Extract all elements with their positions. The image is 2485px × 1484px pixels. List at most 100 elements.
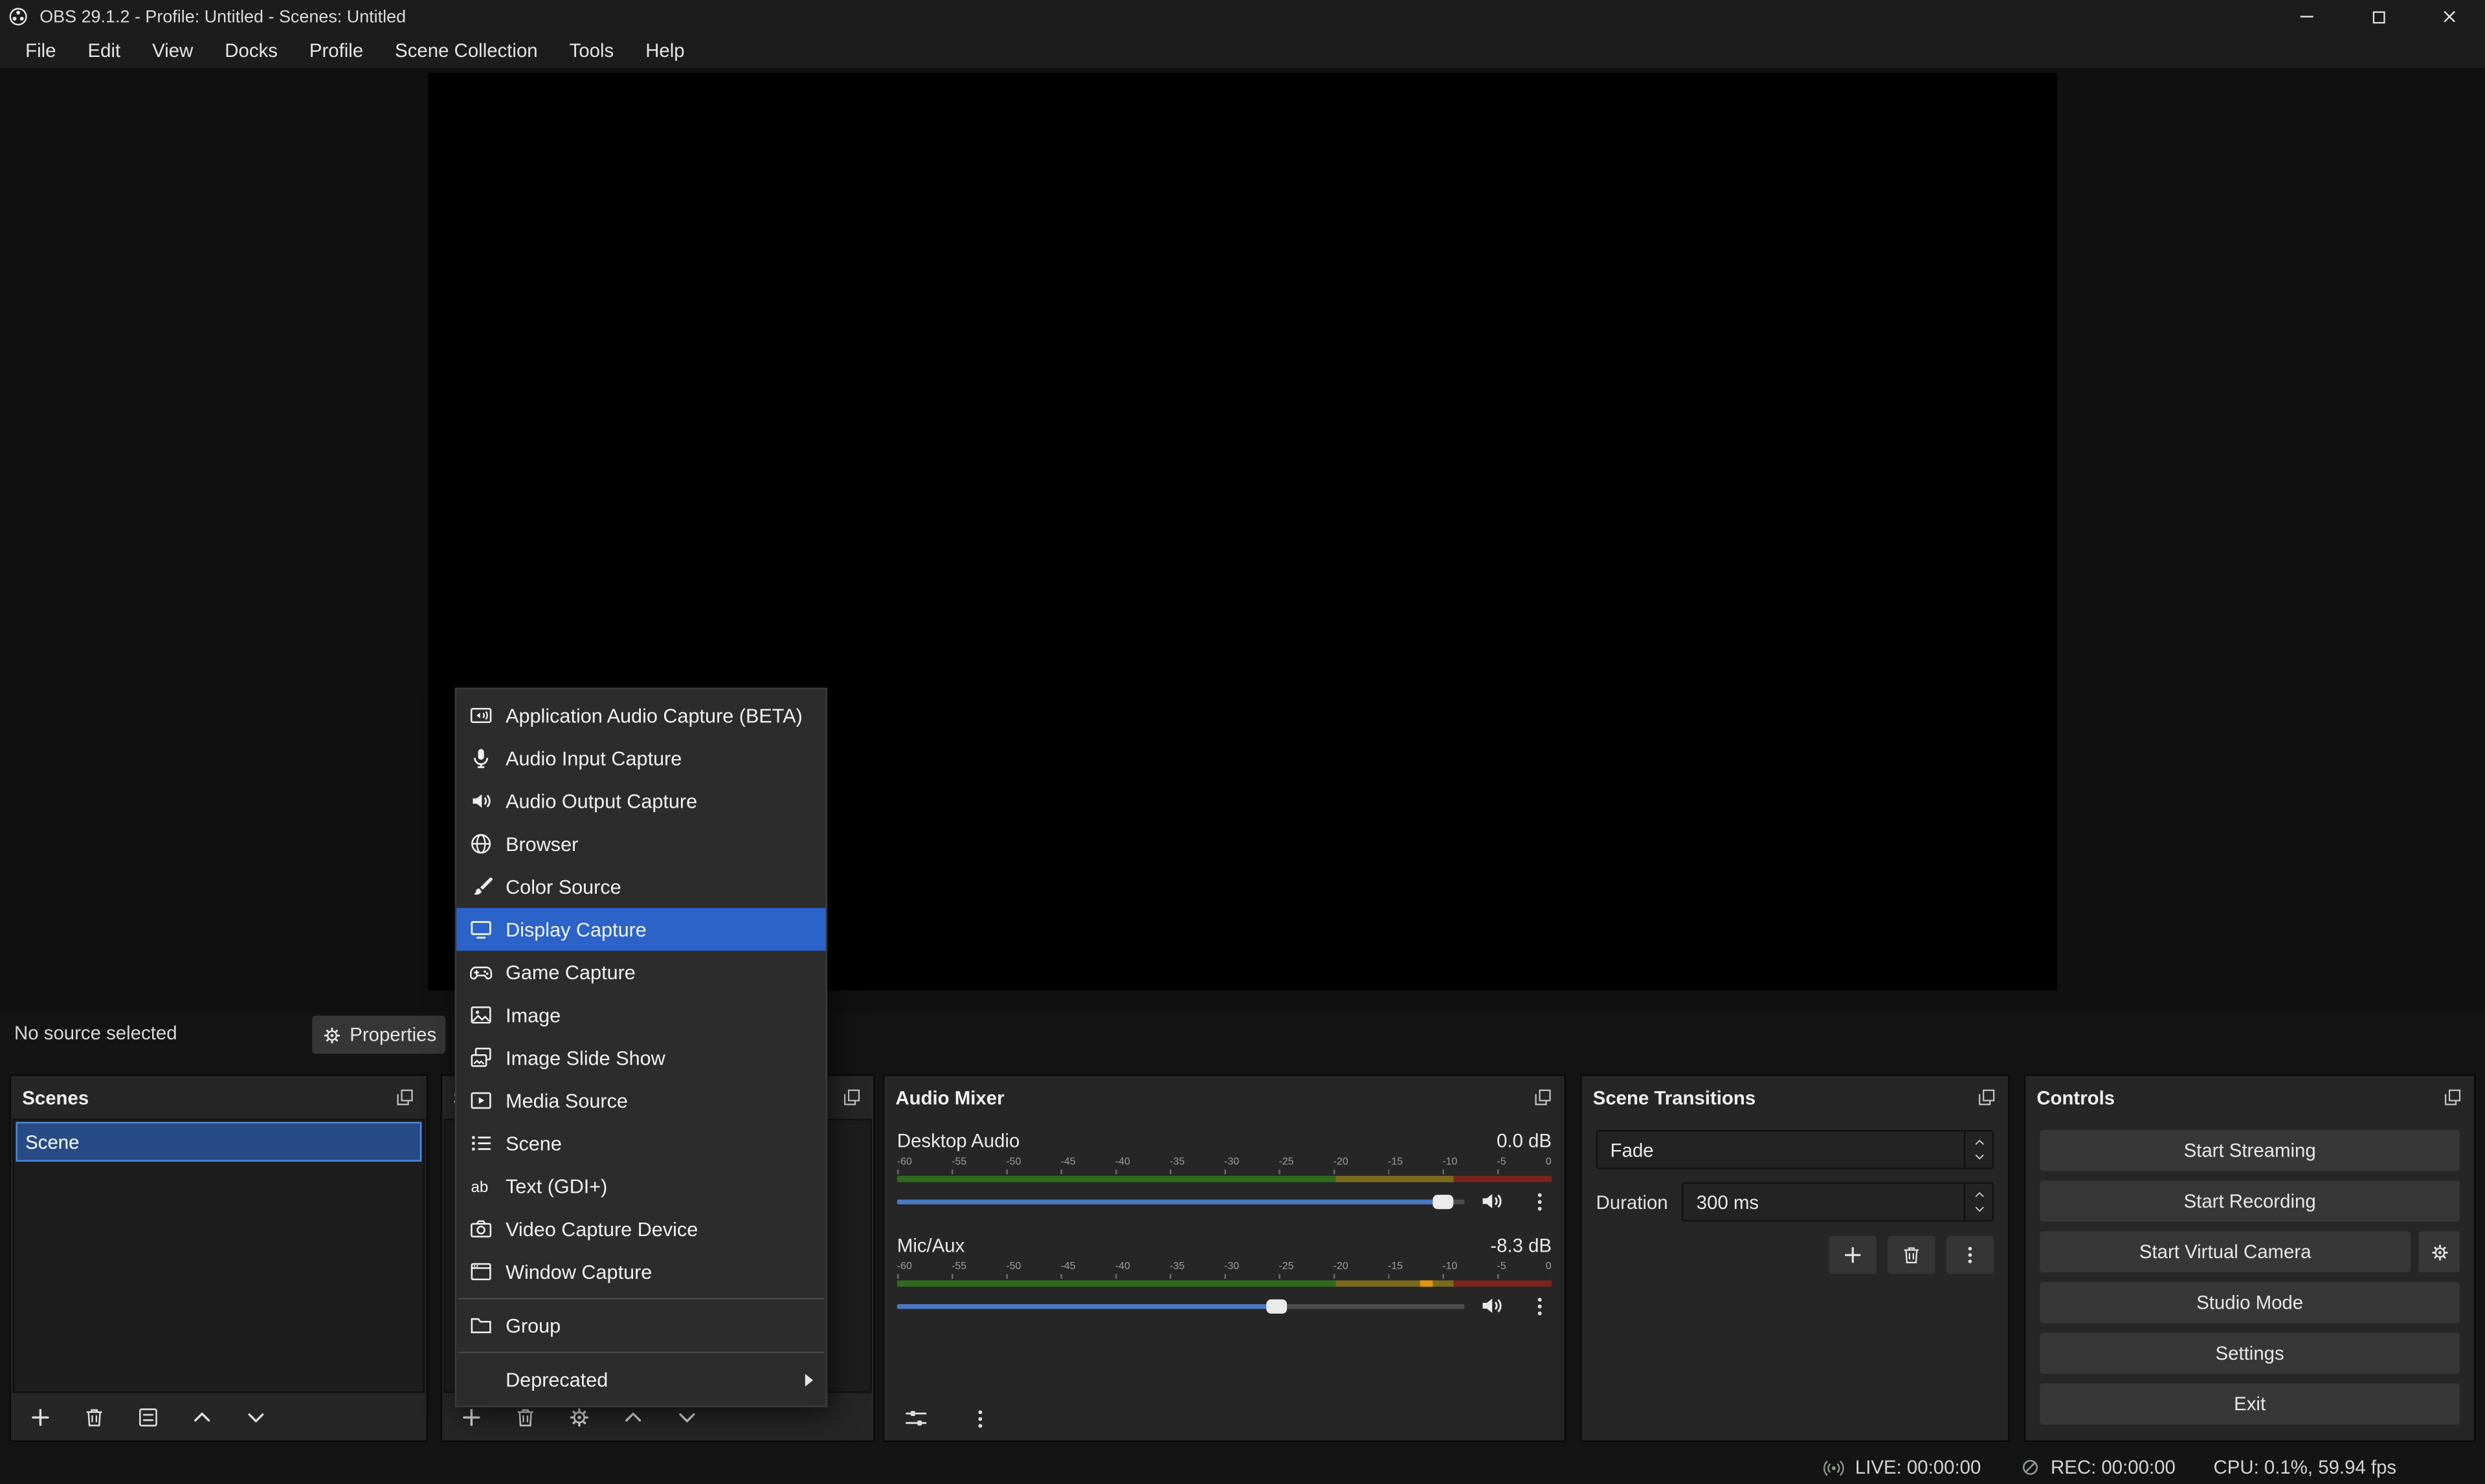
transition-select-spinner[interactable]: [1964, 1131, 1992, 1168]
virtual-camera-config-button[interactable]: [2418, 1231, 2460, 1272]
source-toolbar: No source selected Properties: [0, 1014, 2485, 1056]
tick-label: -40: [1115, 1261, 1130, 1272]
controls-panel: Controls Start Streaming Start Recording…: [2024, 1074, 2476, 1442]
move-source-down-icon[interactable]: [675, 1405, 699, 1429]
menu-item-game-capture[interactable]: Game Capture: [456, 951, 826, 993]
tick-label: -45: [1061, 1157, 1076, 1168]
properties-button[interactable]: Properties: [312, 1015, 445, 1054]
menu-tools[interactable]: Tools: [553, 33, 630, 68]
scene-filters-icon[interactable]: [137, 1405, 161, 1429]
menu-item-application-audio-capture[interactable]: Application Audio Capture (BETA): [456, 694, 826, 736]
popout-icon[interactable]: [1976, 1087, 1997, 1108]
image-icon: [469, 1003, 493, 1027]
remove-scene-icon[interactable]: [82, 1405, 106, 1429]
mic-icon: [469, 746, 493, 770]
duration-spinbox[interactable]: 300 ms: [1682, 1182, 1994, 1222]
tick-label: -60: [897, 1261, 912, 1272]
menu-item-deprecated[interactable]: Deprecated: [456, 1358, 826, 1401]
menu-scene-collection[interactable]: Scene Collection: [379, 33, 553, 68]
move-scene-up-icon[interactable]: [190, 1405, 214, 1429]
volume-slider-handle[interactable]: [1266, 1299, 1287, 1313]
settings-button[interactable]: Settings: [2040, 1333, 2460, 1374]
menu-item-group[interactable]: Group: [456, 1304, 826, 1347]
volume-slider[interactable]: [897, 1199, 1465, 1203]
menu-separator: [458, 1298, 825, 1299]
menu-edit[interactable]: Edit: [72, 33, 137, 68]
add-source-icon[interactable]: [460, 1405, 484, 1429]
scene-list-item-selected[interactable]: Scene: [16, 1122, 421, 1162]
exit-button[interactable]: Exit: [2040, 1384, 2460, 1425]
transition-select[interactable]: Fade: [1596, 1130, 1994, 1169]
transition-properties-button[interactable]: [1946, 1236, 1994, 1274]
start-virtual-camera-button[interactable]: Start Virtual Camera: [2040, 1231, 2411, 1272]
advanced-audio-properties-icon[interactable]: [904, 1406, 929, 1431]
maximize-button[interactable]: [2343, 0, 2414, 33]
tick-label: -15: [1388, 1157, 1403, 1168]
remove-source-icon[interactable]: [513, 1405, 537, 1429]
studio-mode-button[interactable]: Studio Mode: [2040, 1282, 2460, 1323]
meter-scale: -60 -55 -50 -45 -40 -35 -30 -25 -20 -15 …: [897, 1155, 1552, 1168]
scenes-list: Scene: [13, 1119, 425, 1393]
add-scene-icon[interactable]: [28, 1405, 52, 1429]
popout-icon[interactable]: [2442, 1087, 2463, 1108]
titlebar: OBS 29.1.2 - Profile: Untitled - Scenes:…: [0, 0, 2485, 33]
menu-item-window-capture[interactable]: Window Capture: [456, 1250, 826, 1293]
chevron-up-icon: [1972, 1136, 1985, 1149]
tick-label: -35: [1170, 1157, 1185, 1168]
kebab-menu-icon[interactable]: [1528, 1294, 1552, 1318]
window-title: OBS 29.1.2 - Profile: Untitled - Scenes:…: [39, 7, 406, 26]
start-recording-button[interactable]: Start Recording: [2040, 1180, 2460, 1222]
kebab-menu-icon[interactable]: [1528, 1190, 1552, 1213]
menu-item-scene[interactable]: Scene: [456, 1122, 826, 1165]
popout-icon[interactable]: [395, 1087, 416, 1108]
menu-item-audio-input-capture[interactable]: Audio Input Capture: [456, 737, 826, 780]
menu-item-display-capture[interactable]: Display Capture: [456, 908, 826, 951]
duration-spinner[interactable]: [1964, 1184, 1992, 1220]
folder-icon: [469, 1314, 493, 1338]
speaker-mute-icon[interactable]: [1478, 1188, 1504, 1213]
menu-view[interactable]: View: [137, 33, 209, 68]
menu-item-color-source[interactable]: Color Source: [456, 865, 826, 908]
menu-item-browser[interactable]: Browser: [456, 823, 826, 865]
scenes-panel: Scenes Scene: [10, 1074, 428, 1442]
tick-label: -15: [1388, 1261, 1403, 1272]
tick-label: -50: [1006, 1157, 1021, 1168]
popout-icon[interactable]: [1533, 1087, 1554, 1108]
move-scene-down-icon[interactable]: [244, 1405, 268, 1429]
move-source-up-icon[interactable]: [621, 1405, 645, 1429]
menu-file[interactable]: File: [10, 33, 72, 68]
popout-icon[interactable]: [841, 1087, 862, 1108]
kebab-menu-icon[interactable]: [968, 1406, 992, 1430]
tick-label: -20: [1333, 1261, 1348, 1272]
tick-label: -35: [1170, 1261, 1185, 1272]
mixer-channel-desktop-audio: Desktop Audio 0.0 dB -60 -55 -50 -45 -40…: [897, 1127, 1552, 1215]
remove-transition-button[interactable]: [1888, 1236, 1935, 1274]
speaker-mute-icon[interactable]: [1478, 1293, 1504, 1318]
menu-item-text-gdi[interactable]: Text (GDI+): [456, 1165, 826, 1208]
menu-profile[interactable]: Profile: [293, 33, 379, 68]
menu-item-video-capture-device[interactable]: Video Capture Device: [456, 1208, 826, 1250]
add-transition-button[interactable]: [1829, 1236, 1877, 1274]
source-properties-icon[interactable]: [568, 1405, 592, 1429]
audio-mixer-body: Desktop Audio 0.0 dB -60 -55 -50 -45 -40…: [884, 1119, 1564, 1396]
menu-docks[interactable]: Docks: [209, 33, 294, 68]
status-bar: LIVE: 00:00:00 REC: 00:00:00 CPU: 0.1%, …: [0, 1448, 2485, 1484]
volume-slider-handle[interactable]: [1434, 1194, 1454, 1208]
tick-label: -25: [1279, 1157, 1294, 1168]
volume-slider[interactable]: [897, 1303, 1465, 1308]
menu-item-audio-output-capture[interactable]: Audio Output Capture: [456, 780, 826, 823]
audio-mixer-header: Audio Mixer: [884, 1076, 1564, 1119]
close-button[interactable]: [2414, 0, 2485, 33]
menu-help[interactable]: Help: [630, 33, 700, 68]
minimize-button[interactable]: [2271, 0, 2343, 33]
menu-item-image-slide-show[interactable]: Image Slide Show: [456, 1036, 826, 1079]
duration-label: Duration: [1596, 1191, 1668, 1213]
menu-item-image[interactable]: Image: [456, 993, 826, 1036]
menubar: File Edit View Docks Profile Scene Colle…: [0, 33, 2485, 69]
record-icon: [2019, 1456, 2041, 1478]
start-streaming-button[interactable]: Start Streaming: [2040, 1130, 2460, 1171]
broadcast-icon: [1823, 1456, 1845, 1478]
maximize-icon: [2368, 7, 2387, 26]
menu-item-media-source[interactable]: Media Source: [456, 1079, 826, 1122]
controls-header: Controls: [2025, 1076, 2474, 1119]
